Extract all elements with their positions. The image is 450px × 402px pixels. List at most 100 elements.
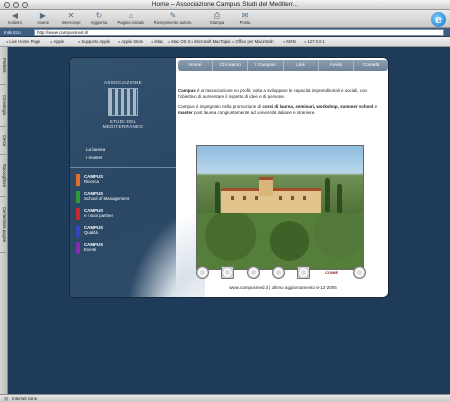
side-tab[interactable]: Cerca <box>0 127 8 155</box>
nav-item-contatti[interactable]: Contatti <box>352 60 388 71</box>
intro-links: La laurea I master <box>86 146 105 162</box>
paragraph-2-bold2: master <box>178 110 193 115</box>
toolbar-button-label: Aggiorna <box>90 20 108 25</box>
toolbar-button-label: Indietro <box>8 20 22 25</box>
toolbar-button-5[interactable]: ⌂ Pagina iniziale <box>116 11 146 27</box>
campus-strong: Campus <box>178 88 196 93</box>
logo-top-text: ASSOCIAZIONE <box>103 80 143 85</box>
campus-menu: CAMPUS Ricerca CAMPUS School of Management C… <box>76 174 129 259</box>
partner-seal-icon[interactable] <box>271 265 285 279</box>
link-la-laurea[interactable]: La laurea <box>86 146 105 154</box>
print-icon: ⎙ <box>213 11 221 20</box>
divider <box>70 167 176 168</box>
forward-arrow-icon: ▶ <box>39 11 47 20</box>
toolbar-button-3[interactable]: ✕ Interrompi <box>58 11 84 27</box>
partner-seal-icon[interactable] <box>196 265 209 279</box>
toolbar-button-4[interactable]: ↻ Aggiorna <box>86 11 112 27</box>
toolbar-button-2[interactable]: ▶ Avanti <box>30 11 56 27</box>
color-marker <box>76 174 80 186</box>
campus-menu-item[interactable]: CAMPUS Ricerca <box>76 174 129 190</box>
photo-window <box>255 196 258 200</box>
address-input[interactable] <box>34 29 444 36</box>
favorite-link[interactable]: Mac OS X <box>168 39 190 44</box>
side-tab[interactable]: Raccoglitore <box>0 155 8 197</box>
left-column: ASSOCIAZIONE STUDI DEL MEDITERRANEO La l… <box>70 58 205 297</box>
status-bar: ◍ Internet zone <box>0 394 450 402</box>
autofill-icon: ✎ <box>169 11 177 20</box>
toolbar-button-label: Avanti <box>37 20 49 25</box>
partner-seal-icon[interactable] <box>297 265 311 279</box>
toolbar-button-label: Stampa <box>209 20 225 25</box>
campus-menu-item[interactable]: CAMPUS Qualità <box>76 225 129 241</box>
color-marker <box>76 191 80 203</box>
partner-logo-comie[interactable]: COMIE <box>323 266 341 279</box>
nav-item-chi-siamo[interactable]: Chi siamo <box>212 60 247 71</box>
nav-item-home[interactable]: Home <box>178 60 212 71</box>
campus-menu-subtitle: e i suoi partner <box>84 213 114 218</box>
address-label: Indirizzo <box>4 30 21 35</box>
photo-cypress <box>215 182 220 216</box>
refresh-icon: ↻ <box>95 11 103 20</box>
nav-item-link[interactable]: Link <box>282 60 318 71</box>
paragraph-1: Campus è un'associazione no profit, volt… <box>178 88 384 100</box>
window-title: Home – Associazione Campus Studi del Med… <box>151 1 299 8</box>
side-tab[interactable]: Preferiti <box>0 47 8 85</box>
side-tabs: Preferiti Cronologia Cerca Raccoglitore Cont… <box>0 47 8 394</box>
window-titlebar: Home – Associazione Campus Studi del Med… <box>0 0 450 10</box>
site-logo[interactable]: ASSOCIAZIONE STUDI DEL MEDITERRANEO <box>90 80 156 129</box>
partner-seal-icon[interactable] <box>352 265 366 279</box>
internet-explorer-logo-icon[interactable]: e <box>431 12 446 27</box>
campus-menu-item[interactable]: CAMPUS e i suoi partner <box>76 208 129 224</box>
paragraph-2-part1: Campus è impegnato nella promozione di <box>178 104 263 109</box>
stop-icon: ✕ <box>67 11 75 20</box>
toolbar-button-6[interactable]: ✎ Riempimento autom. <box>150 11 196 27</box>
paragraph-2-part3: post laurea congiuntamente ad università… <box>192 110 316 115</box>
campus-menu-subtitle: Ricerca <box>84 179 99 184</box>
side-tab[interactable]: Cronologia <box>0 85 8 127</box>
favorite-link[interactable]: MSN <box>283 39 295 44</box>
status-text: Internet zone <box>12 396 38 401</box>
favorite-link[interactable]: Supporto Apple <box>78 39 110 44</box>
photo-window <box>243 196 246 200</box>
home-icon: ⌂ <box>128 11 134 20</box>
partner-seal-icon[interactable] <box>221 265 235 279</box>
campus-building-photo <box>196 145 364 270</box>
toolbar-button-label: Posta <box>239 20 251 25</box>
photo-building <box>221 177 321 214</box>
partner-seal-icon[interactable] <box>246 265 260 279</box>
favorite-link[interactable]: iMac <box>151 39 163 44</box>
photo-cypress <box>325 178 330 212</box>
paragraph-2-bold1: corsi di laurea, seminari, workshop, sum… <box>262 104 374 109</box>
photo-window <box>231 196 234 200</box>
toolbar-button-1[interactable]: ◀ Indietro <box>2 11 28 27</box>
favorite-link[interactable]: Office per Macintosh <box>232 39 273 44</box>
color-marker <box>76 208 80 220</box>
globe-icon: ◍ <box>4 396 9 402</box>
campus-menu-subtitle: Qualità <box>84 230 98 235</box>
top-nav: Home Chi siamo I Campus Link Avvisi Contatti <box>178 60 388 71</box>
campus-menu-item[interactable]: CAMPUS Eventi <box>76 242 129 258</box>
footer-text: www.campusmed.it | ultimo aggiornamento … <box>229 285 337 290</box>
paragraph-1-text: è un'associazione no profit, volta a svi… <box>178 88 367 99</box>
campus-menu-subtitle: Eventi <box>84 247 97 252</box>
toolbar-button-8[interactable]: ✉ Posta <box>232 11 258 27</box>
campus-menu-item[interactable]: CAMPUS School of Management <box>76 191 129 207</box>
favorite-link[interactable]: Microsoft MacTopia <box>191 39 230 44</box>
nav-item-i-campus[interactable]: I Campus <box>247 60 282 71</box>
logo-mark-icon <box>108 88 138 116</box>
paragraph-2: Campus è impegnato nella promozione di c… <box>178 104 384 116</box>
toolbar-button-label: Interrompi <box>61 20 81 25</box>
toolbar-button-label: Riempimento autom. <box>153 20 193 25</box>
browser-toolbar: e ◀ Indietro ▶ Avanti ✕ Interrompi ↻ Aggiorna ⌂ P… <box>0 10 450 28</box>
photo-window <box>291 196 294 200</box>
toolbar-button-7[interactable]: ⎙ Stampa <box>204 11 230 27</box>
mail-icon: ✉ <box>241 11 249 20</box>
toolbar-button-label: Pagina iniziale <box>117 20 145 25</box>
favorite-link[interactable]: 127.0.0.1 <box>304 39 324 44</box>
side-tab[interactable]: Contenitore pagine <box>0 197 8 253</box>
nav-item-avvisi[interactable]: Avvisi <box>317 60 353 71</box>
favorite-link[interactable]: Apple <box>50 39 64 44</box>
favorite-link[interactable]: Live Home Page <box>6 39 40 44</box>
link-i-master[interactable]: I master <box>86 154 105 162</box>
favorite-link[interactable]: Apple Store <box>118 39 143 44</box>
